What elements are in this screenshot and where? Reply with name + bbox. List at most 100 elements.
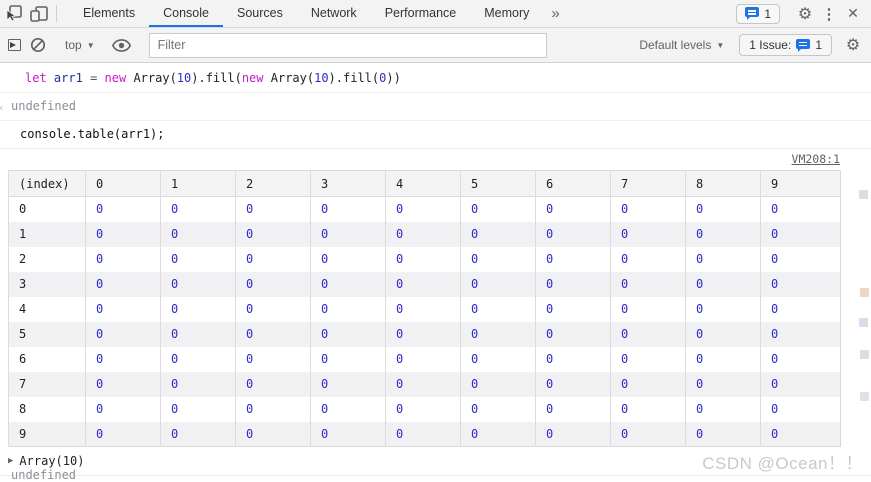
tab-sources[interactable]: Sources	[223, 0, 297, 27]
log-levels-selector[interactable]: Default levels ▼	[633, 38, 730, 52]
code-token: arr1	[54, 71, 83, 85]
value-cell: 0	[461, 272, 536, 297]
clear-console-icon[interactable]	[26, 32, 50, 58]
filter-input[interactable]	[149, 33, 547, 58]
index-cell: 9	[9, 422, 86, 447]
value-cell: 0	[536, 272, 611, 297]
message-count: 1	[764, 7, 771, 21]
settings-gear-icon[interactable]: ⚙	[793, 1, 817, 27]
column-header[interactable]: 8	[686, 171, 761, 197]
source-link[interactable]: VM208:1	[792, 152, 840, 166]
value-cell: 0	[686, 422, 761, 447]
value-cell: 0	[686, 397, 761, 422]
close-icon[interactable]: ✕	[841, 1, 865, 27]
console-sidebar-toggle-icon[interactable]	[2, 32, 26, 58]
code-token	[97, 71, 104, 85]
value-cell: 0	[536, 397, 611, 422]
tab-memory[interactable]: Memory	[470, 0, 543, 27]
clipped-page-artifact	[860, 350, 869, 359]
value-cell: 0	[536, 322, 611, 347]
index-cell: 2	[9, 247, 86, 272]
column-header[interactable]: 4	[386, 171, 461, 197]
value-cell: 0	[611, 247, 686, 272]
console-log-area: let arr1 = new Array(10).fill(new Array(…	[0, 63, 871, 476]
column-header[interactable]: 1	[161, 171, 236, 197]
table-row[interactable]: 80000000000	[9, 397, 841, 422]
table-row[interactable]: 20000000000	[9, 247, 841, 272]
value-cell: 0	[611, 222, 686, 247]
command-text: console.table(arr1);	[20, 127, 165, 141]
value-cell: 0	[611, 272, 686, 297]
tab-console[interactable]: Console	[149, 0, 223, 27]
array-preview-row[interactable]: ▶ Array(10)	[0, 447, 871, 475]
context-selector[interactable]: top ▼	[59, 38, 101, 52]
live-expression-eye-icon[interactable]	[110, 32, 134, 58]
index-cell: 7	[9, 372, 86, 397]
disclosure-triangle-icon: ▶	[8, 456, 13, 466]
return-arrow-icon: ‹	[0, 101, 5, 114]
column-header[interactable]: 3	[311, 171, 386, 197]
index-cell: 3	[9, 272, 86, 297]
value-cell: 0	[461, 222, 536, 247]
table-row[interactable]: 60000000000	[9, 347, 841, 372]
code-token	[83, 71, 90, 85]
tab-performance[interactable]: Performance	[371, 0, 471, 27]
console-command-line[interactable]: console.table(arr1);	[0, 121, 871, 149]
column-header[interactable]: 0	[86, 171, 161, 197]
value-cell: 0	[236, 397, 311, 422]
value-cell: 0	[761, 347, 841, 372]
panel-tabs: Elements Console Sources Network Perform…	[69, 0, 543, 27]
table-row[interactable]: 10000000000	[9, 222, 841, 247]
table-row[interactable]: 90000000000	[9, 422, 841, 447]
kebab-menu-icon[interactable]: ⋮	[817, 1, 841, 27]
value-cell: 0	[611, 197, 686, 222]
table-row[interactable]: 50000000000	[9, 322, 841, 347]
value-cell: 0	[161, 422, 236, 447]
array-preview-text: Array(10)	[19, 454, 84, 468]
console-input-echo[interactable]: let arr1 = new Array(10).fill(new Array(…	[0, 63, 871, 93]
value-cell: 0	[311, 297, 386, 322]
value-cell: 0	[761, 297, 841, 322]
table-row[interactable]: 30000000000	[9, 272, 841, 297]
tab-network[interactable]: Network	[297, 0, 371, 27]
index-column-header[interactable]: (index)	[9, 171, 86, 197]
column-header[interactable]: 6	[536, 171, 611, 197]
device-toolbar-icon[interactable]	[26, 0, 52, 27]
value-cell: 0	[611, 347, 686, 372]
column-header[interactable]: 7	[611, 171, 686, 197]
value-cell: 0	[311, 322, 386, 347]
table-row[interactable]: 40000000000	[9, 297, 841, 322]
clipped-page-artifact	[860, 288, 869, 297]
value-cell: 0	[761, 222, 841, 247]
console-settings-gear-icon[interactable]: ⚙	[841, 32, 865, 58]
issues-button[interactable]: 1 Issue: 1	[739, 34, 832, 56]
value-cell: 0	[86, 372, 161, 397]
chevron-down-icon: ▼	[716, 41, 724, 50]
more-tabs-icon[interactable]: »	[543, 0, 567, 27]
column-header[interactable]: 5	[461, 171, 536, 197]
column-header[interactable]: 9	[761, 171, 841, 197]
tab-label: Memory	[484, 6, 529, 20]
value-cell: 0	[536, 197, 611, 222]
value-cell: 0	[161, 222, 236, 247]
value-cell: 0	[536, 247, 611, 272]
table-row[interactable]: 00000000000	[9, 197, 841, 222]
value-cell: 0	[86, 272, 161, 297]
console-return-value[interactable]: ‹ undefined	[0, 93, 871, 121]
value-cell: 0	[386, 247, 461, 272]
value-cell: 0	[161, 197, 236, 222]
inspect-element-icon[interactable]	[0, 0, 26, 27]
table-row[interactable]: 70000000000	[9, 372, 841, 397]
messages-badge-button[interactable]: 1	[736, 4, 780, 24]
code-token: new	[242, 71, 264, 85]
console-toolbar: top ▼ Default levels ▼ 1 Issue: 1 ⚙	[0, 28, 871, 63]
value-cell: 0	[536, 372, 611, 397]
value-cell: 0	[386, 347, 461, 372]
value-cell: 0	[686, 297, 761, 322]
column-header[interactable]: 2	[236, 171, 311, 197]
tab-elements[interactable]: Elements	[69, 0, 149, 27]
tab-label: Network	[311, 6, 357, 20]
value-cell: 0	[386, 297, 461, 322]
value-cell: 0	[311, 272, 386, 297]
index-cell: 6	[9, 347, 86, 372]
